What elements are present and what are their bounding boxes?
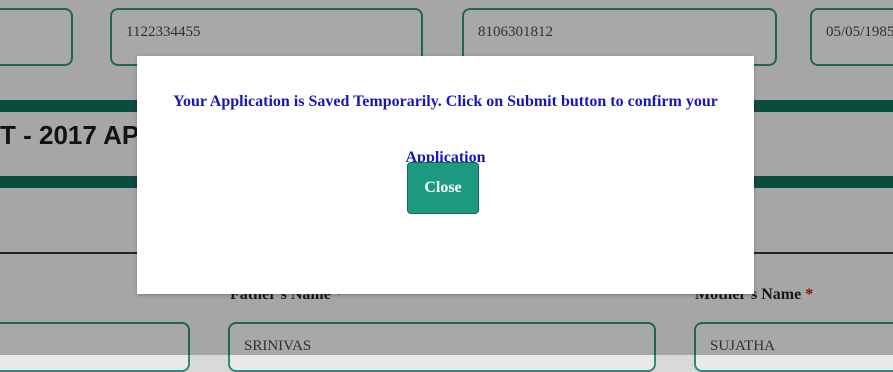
dialog-message-line1: Your Application is Saved Temporarily. C… xyxy=(173,93,718,110)
save-confirmation-dialog: Your Application is Saved Temporarily. C… xyxy=(137,56,754,294)
close-button[interactable]: Close xyxy=(407,162,479,214)
